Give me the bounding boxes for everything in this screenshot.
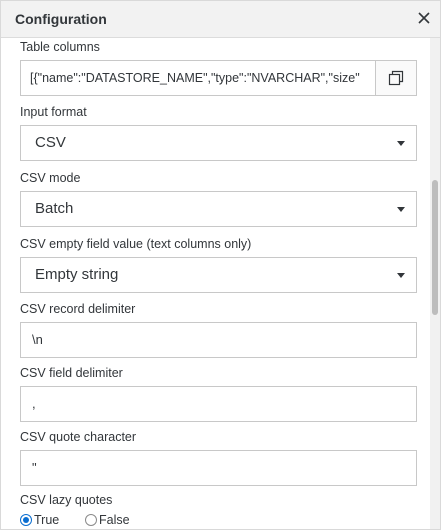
table-columns-field: Table columns [{"name":"DATASTORE_NAME",… bbox=[20, 39, 417, 96]
csv-empty-field-label: CSV empty field value (text columns only… bbox=[20, 237, 252, 251]
radio-true-label[interactable]: True bbox=[34, 513, 59, 527]
csv-mode-field: CSV mode Batch bbox=[20, 170, 417, 227]
scrollbar[interactable] bbox=[430, 38, 440, 529]
table-columns-label: Table columns bbox=[20, 40, 100, 54]
csv-mode-label: CSV mode bbox=[20, 171, 81, 185]
csv-empty-field-select[interactable]: Empty string bbox=[20, 257, 417, 293]
csv-field-delimiter-value: , bbox=[32, 396, 36, 411]
csv-record-delimiter-input[interactable]: \n bbox=[20, 322, 417, 358]
panel-header: Configuration bbox=[1, 1, 440, 38]
chevron-down-icon bbox=[397, 141, 405, 146]
csv-quote-character-input[interactable]: " bbox=[20, 450, 417, 486]
panel-title: Configuration bbox=[15, 11, 107, 27]
chevron-down-icon bbox=[397, 273, 405, 278]
csv-field-delimiter-input[interactable]: , bbox=[20, 386, 417, 422]
csv-record-delimiter-label: CSV record delimiter bbox=[20, 302, 136, 316]
csv-record-delimiter-field: CSV record delimiter \n bbox=[20, 301, 417, 358]
csv-record-delimiter-value: \n bbox=[32, 332, 43, 347]
csv-quote-character-field: CSV quote character " bbox=[20, 429, 417, 486]
panel-body: Table columns [{"name":"DATASTORE_NAME",… bbox=[1, 38, 430, 529]
csv-mode-select[interactable]: Batch bbox=[20, 191, 417, 227]
copy-icon bbox=[388, 70, 404, 86]
csv-lazy-quotes-field: CSV lazy quotes True False bbox=[20, 492, 417, 529]
csv-field-delimiter-label: CSV field delimiter bbox=[20, 366, 123, 380]
csv-lazy-quotes-label: CSV lazy quotes bbox=[20, 493, 113, 507]
csv-quote-character-label: CSV quote character bbox=[20, 430, 137, 444]
copy-button[interactable] bbox=[375, 61, 416, 95]
csv-empty-field-field: CSV empty field value (text columns only… bbox=[20, 236, 417, 293]
csv-lazy-quotes-radio-group: True False bbox=[20, 512, 417, 529]
input-format-value: CSV bbox=[35, 134, 66, 151]
csv-field-delimiter-field: CSV field delimiter , bbox=[20, 365, 417, 422]
radio-false-label[interactable]: False bbox=[99, 513, 130, 527]
scrollbar-thumb[interactable] bbox=[432, 180, 438, 315]
input-format-select[interactable]: CSV bbox=[20, 125, 417, 161]
csv-quote-character-value: " bbox=[32, 460, 37, 475]
close-icon[interactable] bbox=[416, 10, 432, 26]
csv-mode-value: Batch bbox=[35, 200, 74, 217]
table-columns-input[interactable]: [{"name":"DATASTORE_NAME","type":"NVARCH… bbox=[20, 60, 417, 96]
chevron-down-icon bbox=[397, 207, 405, 212]
input-format-field: Input format CSV bbox=[20, 104, 417, 161]
radio-false[interactable] bbox=[85, 514, 97, 526]
radio-true[interactable] bbox=[20, 514, 32, 526]
csv-empty-field-value: Empty string bbox=[35, 266, 119, 283]
table-columns-value: [{"name":"DATASTORE_NAME","type":"NVARCH… bbox=[30, 71, 360, 85]
configuration-panel: Configuration Table columns [{"name":"DA… bbox=[0, 0, 441, 530]
input-format-label: Input format bbox=[20, 105, 87, 119]
